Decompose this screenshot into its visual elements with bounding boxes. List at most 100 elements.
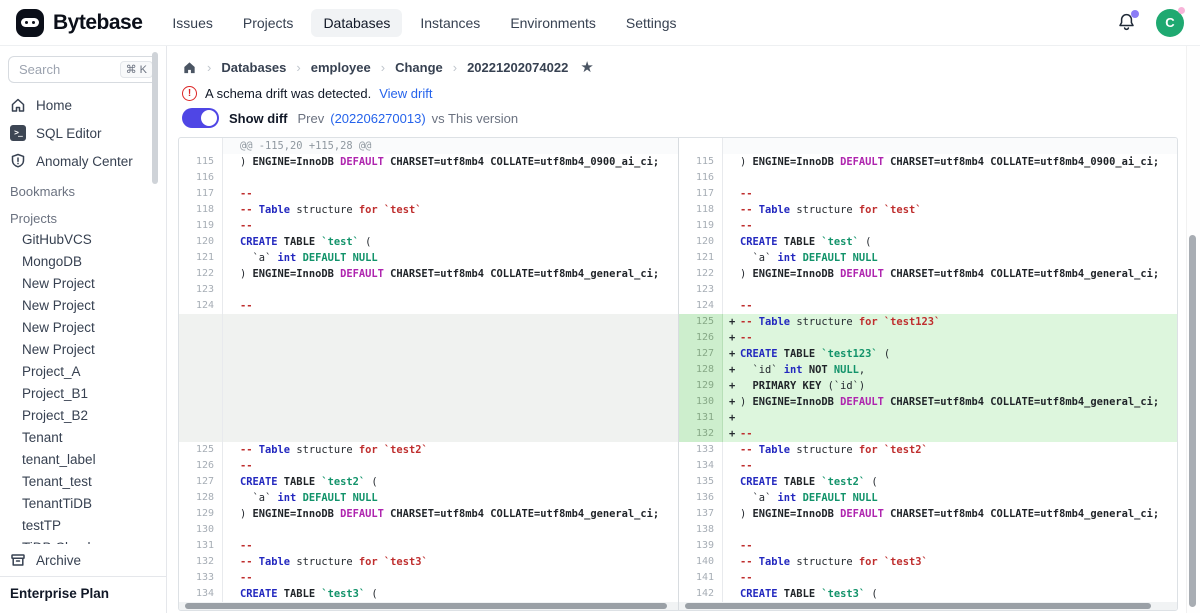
code-line: ) ENGINE=InnoDB DEFAULT CHARSET=utf8mb4 …: [723, 266, 1177, 282]
breadcrumb-item-change[interactable]: Change: [395, 60, 443, 75]
code-line: --: [223, 186, 678, 202]
sidebar-scrollbar[interactable]: [152, 52, 158, 184]
prev-version-link[interactable]: (202206270013): [330, 111, 425, 126]
code-line: CREATE TABLE `test3` (: [723, 586, 1177, 602]
project-list-item[interactable]: Project_B1: [0, 383, 166, 405]
project-list-item[interactable]: Project_A: [0, 361, 166, 383]
diff-row: 117 --: [679, 186, 1177, 202]
diff-marker: [229, 202, 240, 218]
diff-row: 124 --: [679, 298, 1177, 314]
diff-row: 124 --: [179, 298, 678, 314]
line-number: 129: [679, 378, 723, 394]
line-number: 124: [179, 298, 223, 314]
diff-row: 118 -- Table structure for `test`: [179, 202, 678, 218]
sidebar-item-home[interactable]: Home: [0, 91, 166, 119]
page-scrollbar[interactable]: [1189, 235, 1196, 607]
nav-item-settings[interactable]: Settings: [614, 9, 689, 37]
terminal-icon: >_: [10, 125, 26, 141]
code-line: --: [223, 458, 678, 474]
code-line: +-- Table structure for `test123`: [723, 314, 1177, 330]
view-drift-link[interactable]: View drift: [379, 86, 432, 101]
line-number: 125: [679, 314, 723, 330]
nav-item-issues[interactable]: Issues: [160, 9, 224, 37]
breadcrumb: › Databases › employee › Change › 202212…: [182, 58, 594, 76]
nav-item-databases[interactable]: Databases: [311, 9, 402, 37]
line-number: 139: [679, 538, 723, 554]
project-list-item[interactable]: testTP: [0, 515, 166, 537]
project-list-item[interactable]: tenant_label: [0, 449, 166, 471]
diff-marker: [729, 506, 740, 522]
project-list-item[interactable]: New Project: [0, 339, 166, 361]
horizontal-scrollbar-left[interactable]: [179, 602, 678, 610]
diff-row: 119 --: [179, 218, 678, 234]
line-number: 138: [679, 522, 723, 538]
breadcrumb-item-version[interactable]: 20221202074022: [467, 60, 568, 75]
code-line: ) ENGINE=InnoDB DEFAULT CHARSET=utf8mb4 …: [223, 154, 678, 170]
notifications-bell-icon[interactable]: [1116, 12, 1138, 34]
project-list-item[interactable]: TenantTiDB: [0, 493, 166, 515]
line-number: 123: [679, 282, 723, 298]
diff-marker: [229, 250, 240, 266]
brand-logo[interactable]: Bytebase: [16, 9, 142, 37]
breadcrumb-item-databases[interactable]: Databases: [221, 60, 286, 75]
horizontal-scrollbar-right[interactable]: [679, 602, 1177, 610]
project-list-item[interactable]: Tenant_test: [0, 471, 166, 493]
diff-marker: +: [729, 314, 740, 330]
breadcrumb-item-employee[interactable]: employee: [311, 60, 371, 75]
sidebar-item-archive[interactable]: Archive: [0, 544, 166, 576]
code-line: CREATE TABLE `test2` (: [223, 474, 678, 490]
diff-row: 136 `a` int DEFAULT NULL: [679, 490, 1177, 506]
project-list-item[interactable]: GitHubVCS: [0, 229, 166, 251]
diff-pane-current: 115 ) ENGINE=InnoDB DEFAULT CHARSET=utf8…: [678, 138, 1177, 610]
show-diff-toggle[interactable]: [182, 108, 219, 128]
nav-item-projects[interactable]: Projects: [231, 9, 306, 37]
sidebar-item-sql-editor[interactable]: >_ SQL Editor: [0, 119, 166, 147]
nav-item-environments[interactable]: Environments: [498, 9, 608, 37]
line-number: 115: [679, 154, 723, 170]
diff-row: 116: [679, 170, 1177, 186]
diff-row-filler: [179, 394, 678, 410]
sidebar-section-projects[interactable]: Projects: [0, 202, 166, 229]
diff-row-added: 125+-- Table structure for `test123`: [679, 314, 1177, 330]
line-number: [179, 378, 223, 394]
sidebar-section-bookmarks[interactable]: Bookmarks: [0, 175, 166, 202]
line-number: 117: [679, 186, 723, 202]
diff-row-filler: [179, 314, 678, 330]
project-list-item[interactable]: New Project: [0, 295, 166, 317]
diff-marker: [729, 570, 740, 586]
code-line: -- Table structure for `test`: [223, 202, 678, 218]
project-list-item[interactable]: New Project: [0, 273, 166, 295]
line-number: 121: [179, 250, 223, 266]
diff-marker: [229, 458, 240, 474]
line-number: [179, 330, 223, 346]
diff-row: 123: [679, 282, 1177, 298]
favorite-star-icon[interactable]: ★: [580, 58, 593, 76]
code-line: CREATE TABLE `test` (: [723, 234, 1177, 250]
project-list-item[interactable]: Project_B2: [0, 405, 166, 427]
diff-row: 121 `a` int DEFAULT NULL: [679, 250, 1177, 266]
project-list-item[interactable]: MongoDB: [0, 251, 166, 273]
project-list-item[interactable]: Tenant: [0, 427, 166, 449]
avatar[interactable]: C: [1156, 9, 1184, 37]
nav-item-instances[interactable]: Instances: [408, 9, 492, 37]
line-number: 141: [679, 570, 723, 586]
diff-marker: [729, 586, 740, 602]
code-line: [223, 346, 678, 362]
line-number: 133: [179, 570, 223, 586]
main-nav-items: IssuesProjectsDatabasesInstancesEnvironm…: [160, 9, 688, 37]
top-nav: Bytebase IssuesProjectsDatabasesInstance…: [0, 0, 1200, 46]
line-number: 134: [179, 586, 223, 602]
code-line: [223, 522, 678, 538]
sidebar-item-anomaly-center[interactable]: Anomaly Center: [0, 147, 166, 175]
diff-row-filler: [179, 378, 678, 394]
diff-row: 115 ) ENGINE=InnoDB DEFAULT CHARSET=utf8…: [179, 154, 678, 170]
search-input[interactable]: Search ⌘ K: [8, 56, 158, 83]
hunk-header: [723, 138, 1177, 154]
diff-row: 130: [179, 522, 678, 538]
diff-marker: [229, 154, 240, 170]
breadcrumb-separator: ›: [453, 60, 457, 75]
project-list-item[interactable]: New Project: [0, 317, 166, 339]
breadcrumb-home-icon[interactable]: [182, 60, 197, 75]
diff-row: 135 CREATE TABLE `test2` (: [679, 474, 1177, 490]
vs-this-version-label: vs This version: [432, 111, 518, 126]
